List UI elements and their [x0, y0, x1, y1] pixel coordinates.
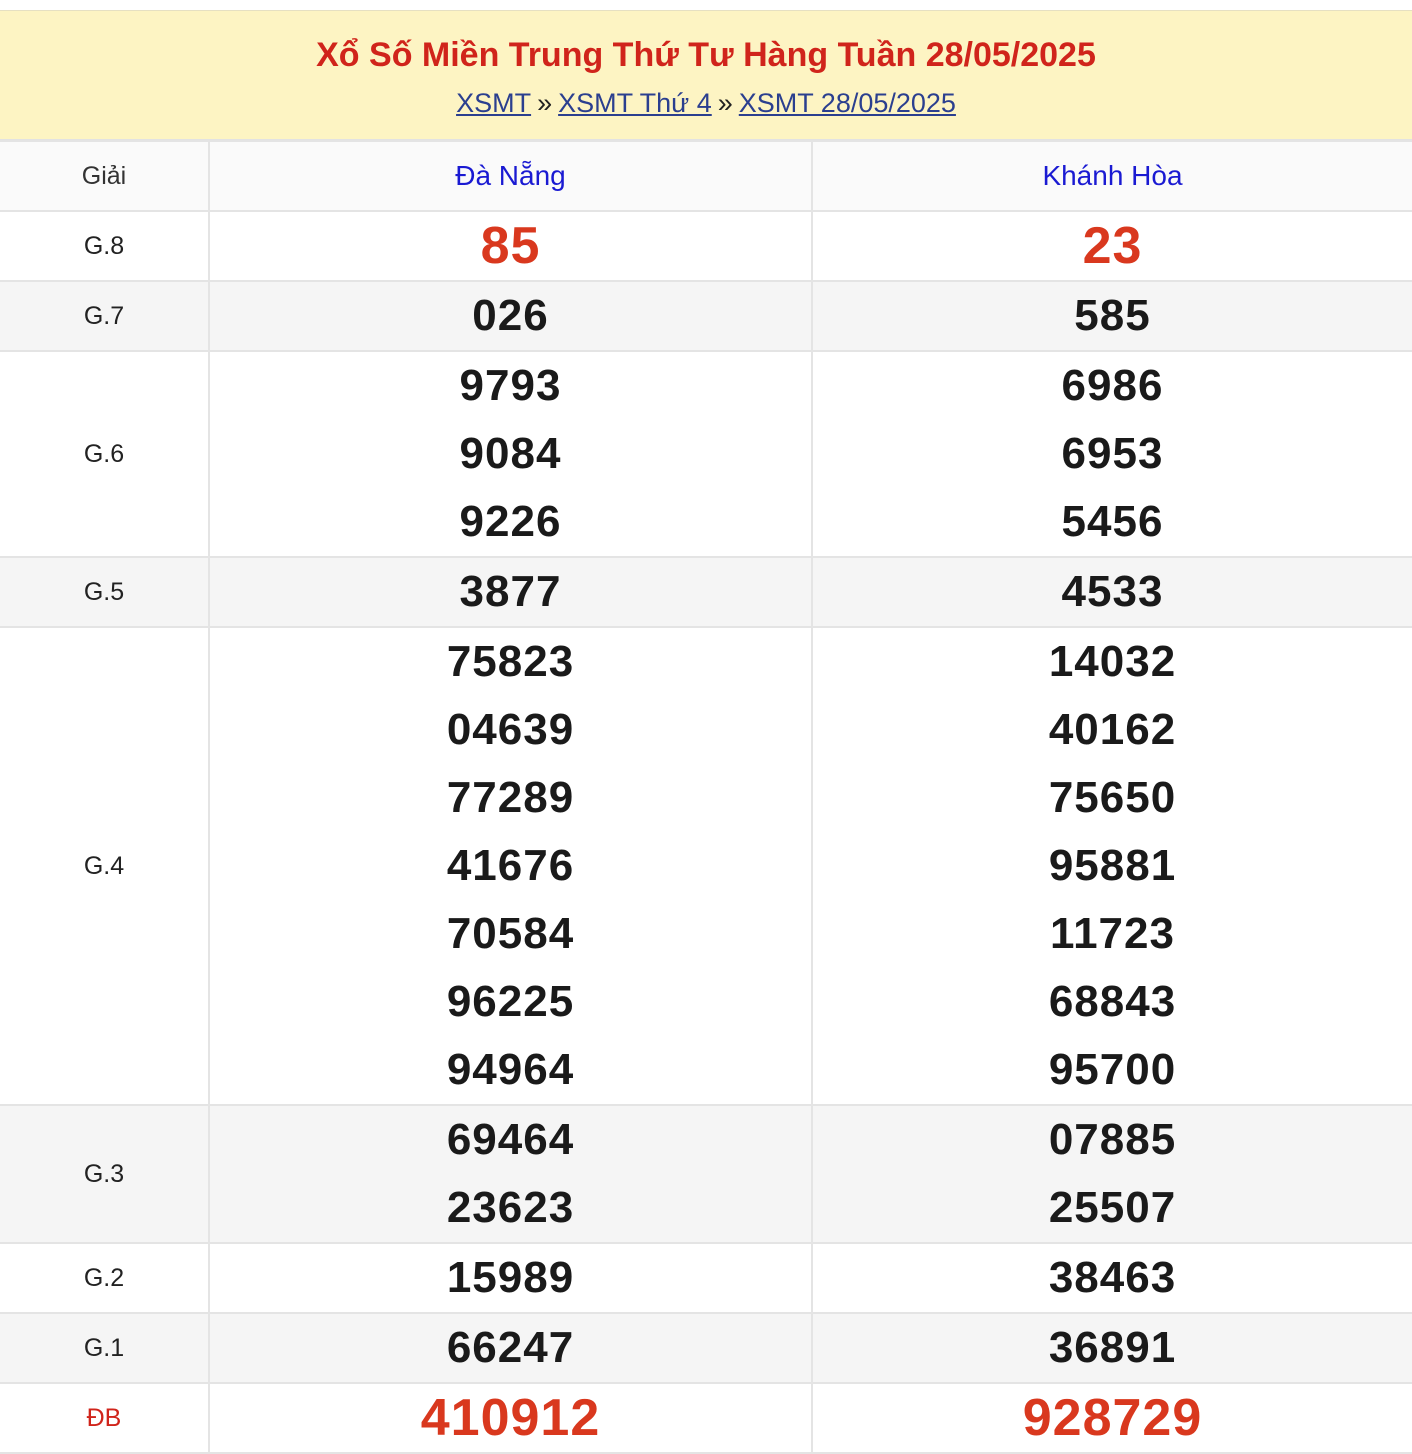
result-number: 66247 — [446, 1323, 575, 1372]
breadcrumb-link-xsmt-thu-4[interactable]: XSMT Thứ 4 — [558, 88, 712, 118]
result-number: 36891 — [1048, 1323, 1177, 1372]
result-number: 11723 — [1050, 909, 1175, 958]
prize-label: G.5 — [0, 556, 210, 628]
table-row: G.4 75823 04639 77289 41676 70584 96225 94964 14… — [0, 626, 1412, 1106]
results-body: G.8 85 23 G.7 026 585 G.6 9793 9084 9226 6986 6953 5… — [0, 210, 1412, 1454]
result-number: 410912 — [420, 1389, 601, 1447]
breadcrumb: XSMT» XSMT Thứ 4» XSMT 28/05/2025 — [0, 87, 1412, 119]
result-cell-khanh-hoa: 07885 25507 — [811, 1104, 1412, 1244]
result-cell-da-nang: 3877 — [208, 556, 813, 628]
result-number: 15989 — [446, 1253, 575, 1302]
prize-column-header: Giải — [0, 140, 210, 212]
prize-label: G.4 — [0, 626, 210, 1106]
result-number: 3877 — [459, 567, 562, 616]
table-header-row: Giải Đà Nẵng Khánh Hòa — [0, 140, 1412, 212]
result-number: 75823 — [446, 637, 575, 686]
result-number: 23 — [1082, 217, 1143, 275]
table-row: G.2 15989 38463 — [0, 1242, 1412, 1314]
result-number: 04639 — [446, 705, 575, 754]
result-cell-khanh-hoa: 928729 — [811, 1382, 1412, 1454]
result-cell-khanh-hoa: 38463 — [811, 1242, 1412, 1314]
results-table: Giải Đà Nẵng Khánh Hòa G.8 85 23 G.7 026 585 G… — [0, 140, 1412, 1454]
result-number: 94964 — [446, 1045, 575, 1094]
result-number: 96225 — [446, 977, 575, 1026]
prize-label: G.6 — [0, 350, 210, 558]
result-number: 585 — [1074, 291, 1151, 340]
result-cell-khanh-hoa: 14032 40162 75650 95881 11723 68843 95700 — [811, 626, 1412, 1106]
prize-label: G.3 — [0, 1104, 210, 1244]
result-cell-da-nang: 15989 — [208, 1242, 813, 1314]
province-header-khanh-hoa[interactable]: Khánh Hòa — [811, 140, 1412, 212]
result-number: 928729 — [1022, 1389, 1203, 1447]
prize-label: G.8 — [0, 210, 210, 282]
result-number: 38463 — [1048, 1253, 1177, 1302]
result-number: 6953 — [1061, 429, 1164, 478]
breadcrumb-link-xsmt[interactable]: XSMT — [456, 88, 531, 118]
table-row: G.7 026 585 — [0, 280, 1412, 352]
result-number: 95881 — [1048, 841, 1177, 890]
prize-label: G.7 — [0, 280, 210, 352]
result-cell-khanh-hoa: 4533 — [811, 556, 1412, 628]
result-number: 026 — [472, 291, 549, 340]
table-row: G.3 69464 23623 07885 25507 — [0, 1104, 1412, 1244]
table-row: ĐB 410912 928729 — [0, 1382, 1412, 1454]
prize-label: G.1 — [0, 1312, 210, 1384]
result-cell-khanh-hoa: 585 — [811, 280, 1412, 352]
result-number: 5456 — [1061, 497, 1164, 546]
result-cell-da-nang: 9793 9084 9226 — [208, 350, 813, 558]
result-number: 75650 — [1048, 773, 1177, 822]
result-number: 9793 — [459, 361, 562, 410]
result-number: 41676 — [446, 841, 575, 890]
result-number: 23623 — [446, 1183, 575, 1232]
page-title: Xổ Số Miền Trung Thứ Tư Hàng Tuần 28/05/… — [316, 36, 1096, 74]
result-number: 95700 — [1048, 1045, 1177, 1094]
result-number: 9226 — [459, 497, 562, 546]
result-number: 69464 — [446, 1115, 575, 1164]
result-cell-da-nang: 66247 — [208, 1312, 813, 1384]
result-number: 85 — [480, 217, 541, 275]
prize-label: G.2 — [0, 1242, 210, 1314]
result-number: 77289 — [446, 773, 575, 822]
table-row: G.5 3877 4533 — [0, 556, 1412, 628]
result-cell-da-nang: 410912 — [208, 1382, 813, 1454]
result-number: 14032 — [1048, 637, 1177, 686]
breadcrumb-separator: » — [537, 88, 553, 118]
results-header: Xổ Số Miền Trung Thứ Tư Hàng Tuần 28/05/… — [0, 10, 1412, 140]
result-cell-da-nang: 026 — [208, 280, 813, 352]
province-header-da-nang[interactable]: Đà Nẵng — [208, 140, 813, 212]
result-number: 68843 — [1048, 977, 1177, 1026]
result-number: 6986 — [1061, 361, 1164, 410]
result-number: 9084 — [459, 429, 562, 478]
result-cell-da-nang: 75823 04639 77289 41676 70584 96225 94964 — [208, 626, 813, 1106]
table-row: G.8 85 23 — [0, 210, 1412, 282]
result-cell-da-nang: 69464 23623 — [208, 1104, 813, 1244]
lottery-results-page: Xổ Số Miền Trung Thứ Tư Hàng Tuần 28/05/… — [0, 0, 1412, 1454]
breadcrumb-separator: » — [717, 88, 733, 118]
result-number: 07885 — [1048, 1115, 1177, 1164]
result-cell-khanh-hoa: 6986 6953 5456 — [811, 350, 1412, 558]
result-number: 70584 — [446, 909, 575, 958]
result-number: 4533 — [1061, 567, 1164, 616]
result-number: 25507 — [1048, 1183, 1177, 1232]
result-cell-khanh-hoa: 23 — [811, 210, 1412, 282]
table-row: G.6 9793 9084 9226 6986 6953 5456 — [0, 350, 1412, 558]
result-number: 40162 — [1048, 705, 1177, 754]
breadcrumb-link-xsmt-date[interactable]: XSMT 28/05/2025 — [739, 88, 956, 118]
table-row: G.1 66247 36891 — [0, 1312, 1412, 1384]
prize-label: ĐB — [0, 1382, 210, 1454]
result-cell-khanh-hoa: 36891 — [811, 1312, 1412, 1384]
result-cell-da-nang: 85 — [208, 210, 813, 282]
